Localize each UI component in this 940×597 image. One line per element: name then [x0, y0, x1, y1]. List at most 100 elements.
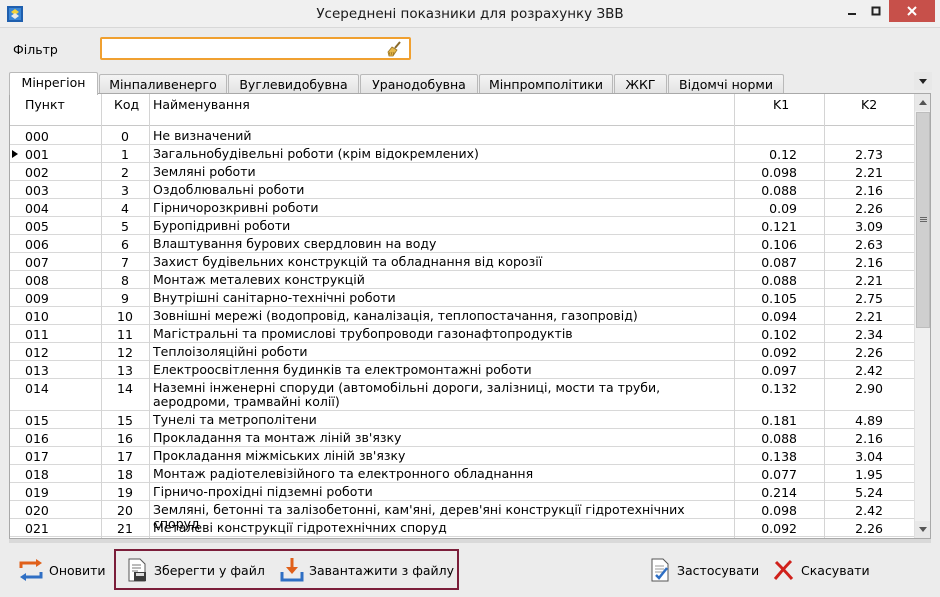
cell-k1: 0.132	[761, 381, 797, 396]
table-row[interactable]: 018 18 Монтаж радіотелевізійного та електр…	[10, 465, 914, 483]
cell-code: 1	[121, 147, 129, 162]
horizontal-scrollbar[interactable]	[9, 539, 931, 543]
cell-item: 004	[25, 201, 49, 216]
column-header-k2[interactable]: K2	[861, 97, 877, 112]
cell-name: Загальнобудівельні роботи (крім відокрем…	[153, 146, 479, 161]
filter-field[interactable]	[100, 37, 411, 60]
save-to-file-button[interactable]: Зберегти у файл	[125, 558, 265, 582]
cell-code: 4	[121, 201, 129, 216]
table-row[interactable]: 004 4 Гірничорозкривні роботи 0.09 2.26	[10, 199, 914, 217]
cell-k2: 2.26	[855, 201, 883, 216]
refresh-label: Оновити	[49, 562, 106, 578]
cell-name: Влаштування бурових свердловин на воду	[153, 236, 437, 251]
column-divider	[824, 94, 825, 538]
column-header-name[interactable]: Найменування	[153, 97, 250, 112]
cell-name: Магістральні та промислові трубопроводи …	[153, 326, 573, 341]
table-row[interactable]: 001 1 Загальнобудівельні роботи (крім відо…	[10, 145, 914, 163]
tab-minprompolityky[interactable]: Мінпромполітики	[479, 74, 613, 94]
cell-name: Не визначений	[153, 128, 252, 143]
cell-item: 009	[25, 291, 49, 306]
cell-item: 020	[25, 503, 49, 518]
minimize-button[interactable]	[838, 0, 865, 22]
refresh-button[interactable]: Оновити	[18, 558, 106, 582]
table-row[interactable]: 010 10 Зовнішні мережі (водопровід, каналі…	[10, 307, 914, 325]
scroll-down-button[interactable]	[915, 521, 930, 538]
table-row[interactable]: 006 6 Влаштування бурових свердловин на во…	[10, 235, 914, 253]
cancel-button[interactable]: Скасувати	[772, 558, 870, 582]
minimize-icon	[847, 13, 856, 15]
table-row[interactable]: 009 9 Внутрішні санітарно-технічні роботи 0…	[10, 289, 914, 307]
cell-item: 018	[25, 467, 49, 482]
maximize-button[interactable]	[862, 0, 889, 22]
cell-k1: 0.181	[761, 413, 797, 428]
cell-name: Електроосвітлення будинків та електромон…	[153, 362, 532, 377]
cell-code: 10	[117, 309, 133, 324]
cell-item: 002	[25, 165, 49, 180]
filter-input[interactable]	[106, 41, 376, 57]
cell-k1: 0.088	[761, 183, 797, 198]
cell-name: Буропідривні роботи	[153, 218, 291, 233]
vertical-scrollbar[interactable]	[914, 94, 930, 538]
table-row[interactable]: 003 3 Оздоблювальні роботи 0.088 2.16	[10, 181, 914, 199]
cell-code: 6	[121, 237, 129, 252]
tab-minregion[interactable]: Мінрегіон	[9, 72, 98, 95]
table-row[interactable]: 008 8 Монтаж металевих конструкцій 0.088 2.2…	[10, 271, 914, 289]
table-row[interactable]: 021 21 Металеві конструкції гідротехнічних…	[10, 519, 914, 537]
cell-k1: 0.087	[761, 255, 797, 270]
cell-item: 006	[25, 237, 49, 252]
table-row[interactable]: 020 20 Земляні, бетонні та залізобетонні, …	[10, 501, 914, 531]
tab-vidomchi-normy[interactable]: Відомчі норми	[668, 74, 784, 94]
load-from-file-label: Завантажити з файлу	[309, 562, 455, 578]
save-to-file-label: Зберегти у файл	[154, 562, 265, 578]
current-row-indicator-icon	[12, 150, 18, 158]
table-row[interactable]: 000 0 Не визначений	[10, 127, 914, 145]
table-row[interactable]: 014 14 Наземні інженерні споруди (автомобі…	[10, 379, 914, 411]
close-button[interactable]	[889, 0, 935, 22]
cell-item: 008	[25, 273, 49, 288]
table-row[interactable]: 005 5 Буропідривні роботи 0.121 3.09	[10, 217, 914, 235]
column-divider	[149, 94, 150, 538]
load-from-file-button[interactable]: Завантажити з файлу	[280, 558, 454, 582]
column-divider	[734, 94, 735, 538]
apply-button[interactable]: Застосувати	[648, 558, 759, 582]
scrollbar-thumb[interactable]	[916, 112, 930, 328]
cell-k1: 0.102	[761, 327, 797, 342]
table-row[interactable]: 019 19 Гірничо-прохідні підземні роботи 0.2…	[10, 483, 914, 501]
cell-code: 2	[121, 165, 129, 180]
cell-code: 17	[117, 449, 133, 464]
maximize-icon	[871, 6, 880, 16]
apply-document-icon	[651, 558, 669, 582]
table-row[interactable]: 012 12 Теплоізоляційні роботи 0.092 2.26	[10, 343, 914, 361]
cell-code: 16	[117, 431, 133, 446]
cell-item: 010	[25, 309, 49, 324]
tab-vuglevydobuvna[interactable]: Вуглевидобувна	[228, 74, 359, 94]
table-row[interactable]: 002 2 Земляні роботи 0.098 2.21	[10, 163, 914, 181]
cell-name: Тунелі та метрополітени	[153, 412, 317, 427]
cell-code: 3	[121, 183, 129, 198]
tabs-menu-button[interactable]	[914, 72, 932, 90]
title-bar: Усереднені показники для розрахунку ЗВВ	[0, 0, 940, 28]
cell-k2: 2.16	[855, 255, 883, 270]
tab-uranodobuvna[interactable]: Уранодобувна	[360, 74, 478, 94]
button-bar: Оновити Зберегти у файл Завантажити з фа…	[0, 545, 940, 597]
tab-minpalyvenergo[interactable]: Мінпаливенерго	[99, 74, 227, 94]
scroll-up-button[interactable]	[915, 94, 930, 111]
cell-code: 0	[121, 129, 129, 144]
clear-filter-broom-icon[interactable]	[386, 40, 404, 58]
tab-zhkg[interactable]: ЖКГ	[614, 74, 667, 94]
table-row[interactable]: 007 7 Захист будівельних конструкцій та об…	[10, 253, 914, 271]
table-row[interactable]: 013 13 Електроосвітлення будинків та елект…	[10, 361, 914, 379]
column-header-k1[interactable]: K1	[773, 97, 789, 112]
cell-code: 18	[117, 467, 133, 482]
data-grid[interactable]: Пункт Код Найменування K1 K2 000 0 Не визн…	[9, 93, 931, 539]
cell-item: 003	[25, 183, 49, 198]
column-header-code[interactable]: Код	[114, 97, 139, 112]
cell-k1: 0.138	[761, 449, 797, 464]
cell-k2: 3.09	[855, 219, 883, 234]
table-row[interactable]: 011 11 Магістральні та промислові трубопро…	[10, 325, 914, 343]
cell-item: 019	[25, 485, 49, 500]
table-row[interactable]: 016 16 Прокладання та монтаж ліній зв'язку…	[10, 429, 914, 447]
table-row[interactable]: 015 15 Тунелі та метрополітени 0.181 4.89	[10, 411, 914, 429]
table-row[interactable]: 017 17 Прокладання міжміських ліній зв'язк…	[10, 447, 914, 465]
column-header-item[interactable]: Пункт	[25, 97, 65, 112]
